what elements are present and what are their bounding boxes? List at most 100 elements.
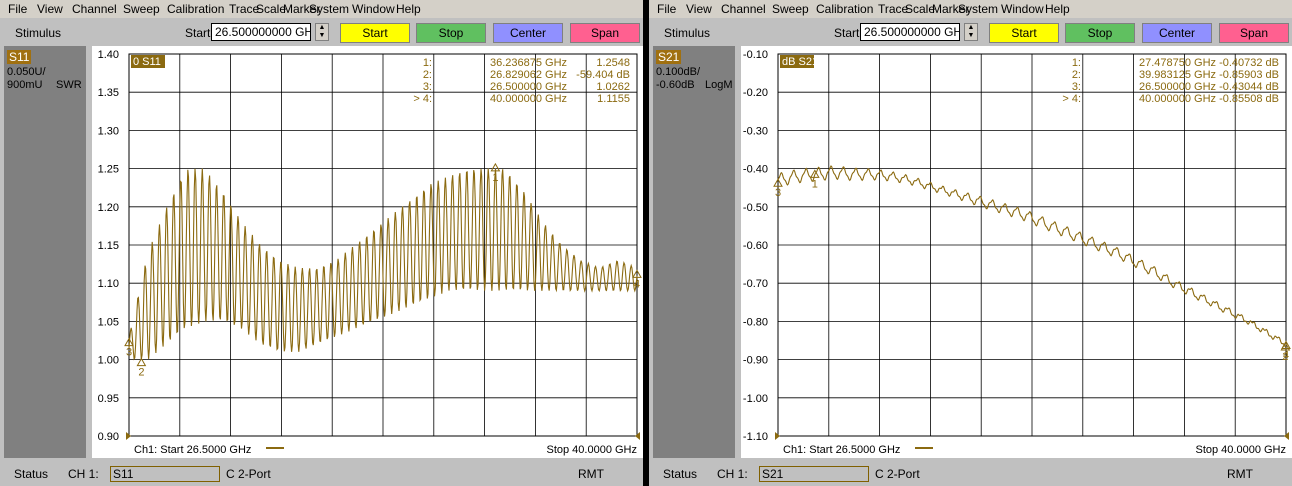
start-button[interactable]: Start: [340, 23, 410, 43]
y-tick-label: 0.90: [98, 431, 119, 443]
y-tick-label: 1.10: [98, 278, 119, 290]
remote-indicator: RMT: [1227, 467, 1253, 481]
marker-frequency: 39.983125 GHz: [1139, 69, 1216, 81]
menu-file[interactable]: File: [8, 2, 27, 16]
y-tick-label: -0.50: [743, 202, 768, 214]
trace-tag: dB S21: [780, 55, 818, 68]
menu-channel[interactable]: Channel: [721, 2, 766, 16]
sweep-start-label: Ch1: Start 26.5000 GHz: [783, 444, 900, 456]
menu-channel[interactable]: Channel: [72, 2, 117, 16]
marker-id: 3:: [1072, 81, 1081, 93]
y-tick-label: 0.95: [98, 393, 119, 405]
y-tick-label: 1.35: [98, 87, 119, 99]
svg-text:0 S11: 0 S11: [133, 56, 161, 68]
menu-system[interactable]: System: [309, 2, 349, 16]
scale-per-div: 0.100dB/: [656, 66, 701, 78]
trace-chip[interactable]: S11: [7, 50, 32, 64]
svg-text:dB S21: dB S21: [782, 56, 818, 68]
active-parameter: S21: [759, 466, 869, 482]
y-tick-label: 1.15: [98, 240, 119, 252]
marker-id: 1:: [1072, 57, 1081, 69]
menu-window[interactable]: Window: [352, 2, 395, 16]
spin-down-icon[interactable]: ▼: [965, 32, 977, 40]
stimulus-label: Stimulus: [15, 26, 62, 40]
menu-scale[interactable]: Scale: [905, 2, 935, 16]
trace-info-panel: S11 0.050U/900mU SWR: [4, 46, 86, 458]
center-button[interactable]: Center: [1142, 23, 1212, 43]
marker-value: 1.2548: [596, 57, 630, 69]
marker-value: 1.1155: [597, 93, 630, 105]
span-button[interactable]: Span: [1219, 23, 1289, 43]
start-frequency-input[interactable]: 26.500000000 GHz: [860, 23, 960, 41]
plot-svg: 1.40 1.35 1.30 1.25 1.20 1.15 1.10 1.05 1.00 0.95…: [98, 49, 642, 456]
spin-down-icon[interactable]: ▼: [316, 32, 328, 40]
marker-1[interactable]: 1: [490, 162, 501, 184]
y-tick-label: 1.30: [98, 125, 119, 137]
plot-svg: -0.10 -0.20 -0.30 -0.40 -0.50 -0.60 -0.70 -0.80…: [743, 49, 1291, 456]
menu-trace[interactable]: Trace: [229, 2, 259, 16]
measurement-plot[interactable]: 1.40 1.35 1.30 1.25 1.20 1.15 1.10 1.05 1.00 0.95…: [92, 46, 643, 458]
menu-view[interactable]: View: [37, 2, 63, 16]
menu-help[interactable]: Help: [396, 2, 421, 16]
svg-text:2: 2: [138, 367, 144, 379]
menu-scale[interactable]: Scale: [256, 2, 286, 16]
sweep-start-label: Ch1: Start 26.5000 GHz: [134, 444, 251, 456]
marker-frequency: 36.236875 GHz: [490, 57, 567, 69]
menu-file[interactable]: File: [657, 2, 676, 16]
stop-button[interactable]: Stop: [1065, 23, 1135, 43]
marker-value: -0.43044 dB: [1219, 81, 1279, 93]
marker-frequency: 26.829062 GHz: [490, 69, 567, 81]
menu-window[interactable]: Window: [1001, 2, 1044, 16]
trace-chip[interactable]: S21: [656, 50, 682, 64]
spin-up-icon[interactable]: ▲: [316, 24, 328, 32]
port-config: C 2-Port: [875, 467, 920, 481]
start-frequency-spinner[interactable]: ▲ ▼: [964, 23, 978, 41]
s11-window: File View Channel Sweep Calibration Trace Scal…: [0, 0, 643, 486]
menu-view[interactable]: View: [686, 2, 712, 16]
span-button[interactable]: Span: [570, 23, 640, 43]
marker-value: -0.40732 dB: [1219, 57, 1279, 69]
y-tick-label: -0.30: [743, 125, 768, 137]
marker-frequency: 27.478750 GHz: [1139, 57, 1216, 69]
scale-per-div: 0.050U/: [7, 66, 46, 78]
channel-label: CH 1:: [68, 467, 99, 481]
marker-2[interactable]: 2: [136, 357, 147, 379]
marker-id: > 4:: [1062, 93, 1081, 105]
center-button[interactable]: Center: [493, 23, 563, 43]
start-button[interactable]: Start: [989, 23, 1059, 43]
marker-id: 2:: [423, 69, 432, 81]
menu-sweep[interactable]: Sweep: [123, 2, 160, 16]
menu-calibration[interactable]: Calibration: [816, 2, 873, 16]
measurement-plot[interactable]: -0.10 -0.20 -0.30 -0.40 -0.50 -0.60 -0.70 -0.80…: [741, 46, 1292, 458]
channel-label: CH 1:: [717, 467, 748, 481]
stimulus-bar: Stimulus Start 26.500000000 GHz ▲ ▼ Start Stop…: [0, 19, 643, 46]
menu-help[interactable]: Help: [1045, 2, 1070, 16]
stop-button[interactable]: Stop: [416, 23, 486, 43]
start-label: Start: [834, 26, 860, 40]
start-frequency-spinner[interactable]: ▲ ▼: [315, 23, 329, 41]
status-label: Status: [663, 467, 698, 481]
menu-trace[interactable]: Trace: [878, 2, 908, 16]
spin-up-icon[interactable]: ▲: [965, 24, 977, 32]
menu-calibration[interactable]: Calibration: [167, 2, 224, 16]
svg-text:3: 3: [775, 187, 781, 199]
svg-text:1: 1: [812, 178, 818, 190]
y-tick-label: 1.20: [98, 202, 119, 214]
y-tick-label: -1.10: [743, 431, 768, 443]
menu-system[interactable]: System: [958, 2, 998, 16]
menu-bar: File View Channel Sweep Calibration Trace Scal…: [649, 0, 1292, 18]
start-label: Start: [185, 26, 211, 40]
y-tick-label: 1.00: [98, 355, 119, 367]
active-parameter: S11: [110, 466, 220, 482]
marker-frequency: 40.000000 GHz: [1139, 93, 1216, 105]
trace-tag: 0 S11: [131, 55, 165, 68]
menu-sweep[interactable]: Sweep: [772, 2, 809, 16]
marker-id: > 4:: [413, 93, 432, 105]
marker-value: 1.0262: [596, 81, 630, 93]
y-tick-label: -1.00: [743, 393, 768, 405]
svg-text:4: 4: [1283, 349, 1289, 361]
start-frequency-input[interactable]: 26.500000000 GHz: [211, 23, 311, 41]
y-tick-label: -0.80: [743, 316, 768, 328]
marker-frequency: 26.500000 GHz: [1139, 81, 1216, 93]
svg-text:3: 3: [126, 347, 132, 359]
